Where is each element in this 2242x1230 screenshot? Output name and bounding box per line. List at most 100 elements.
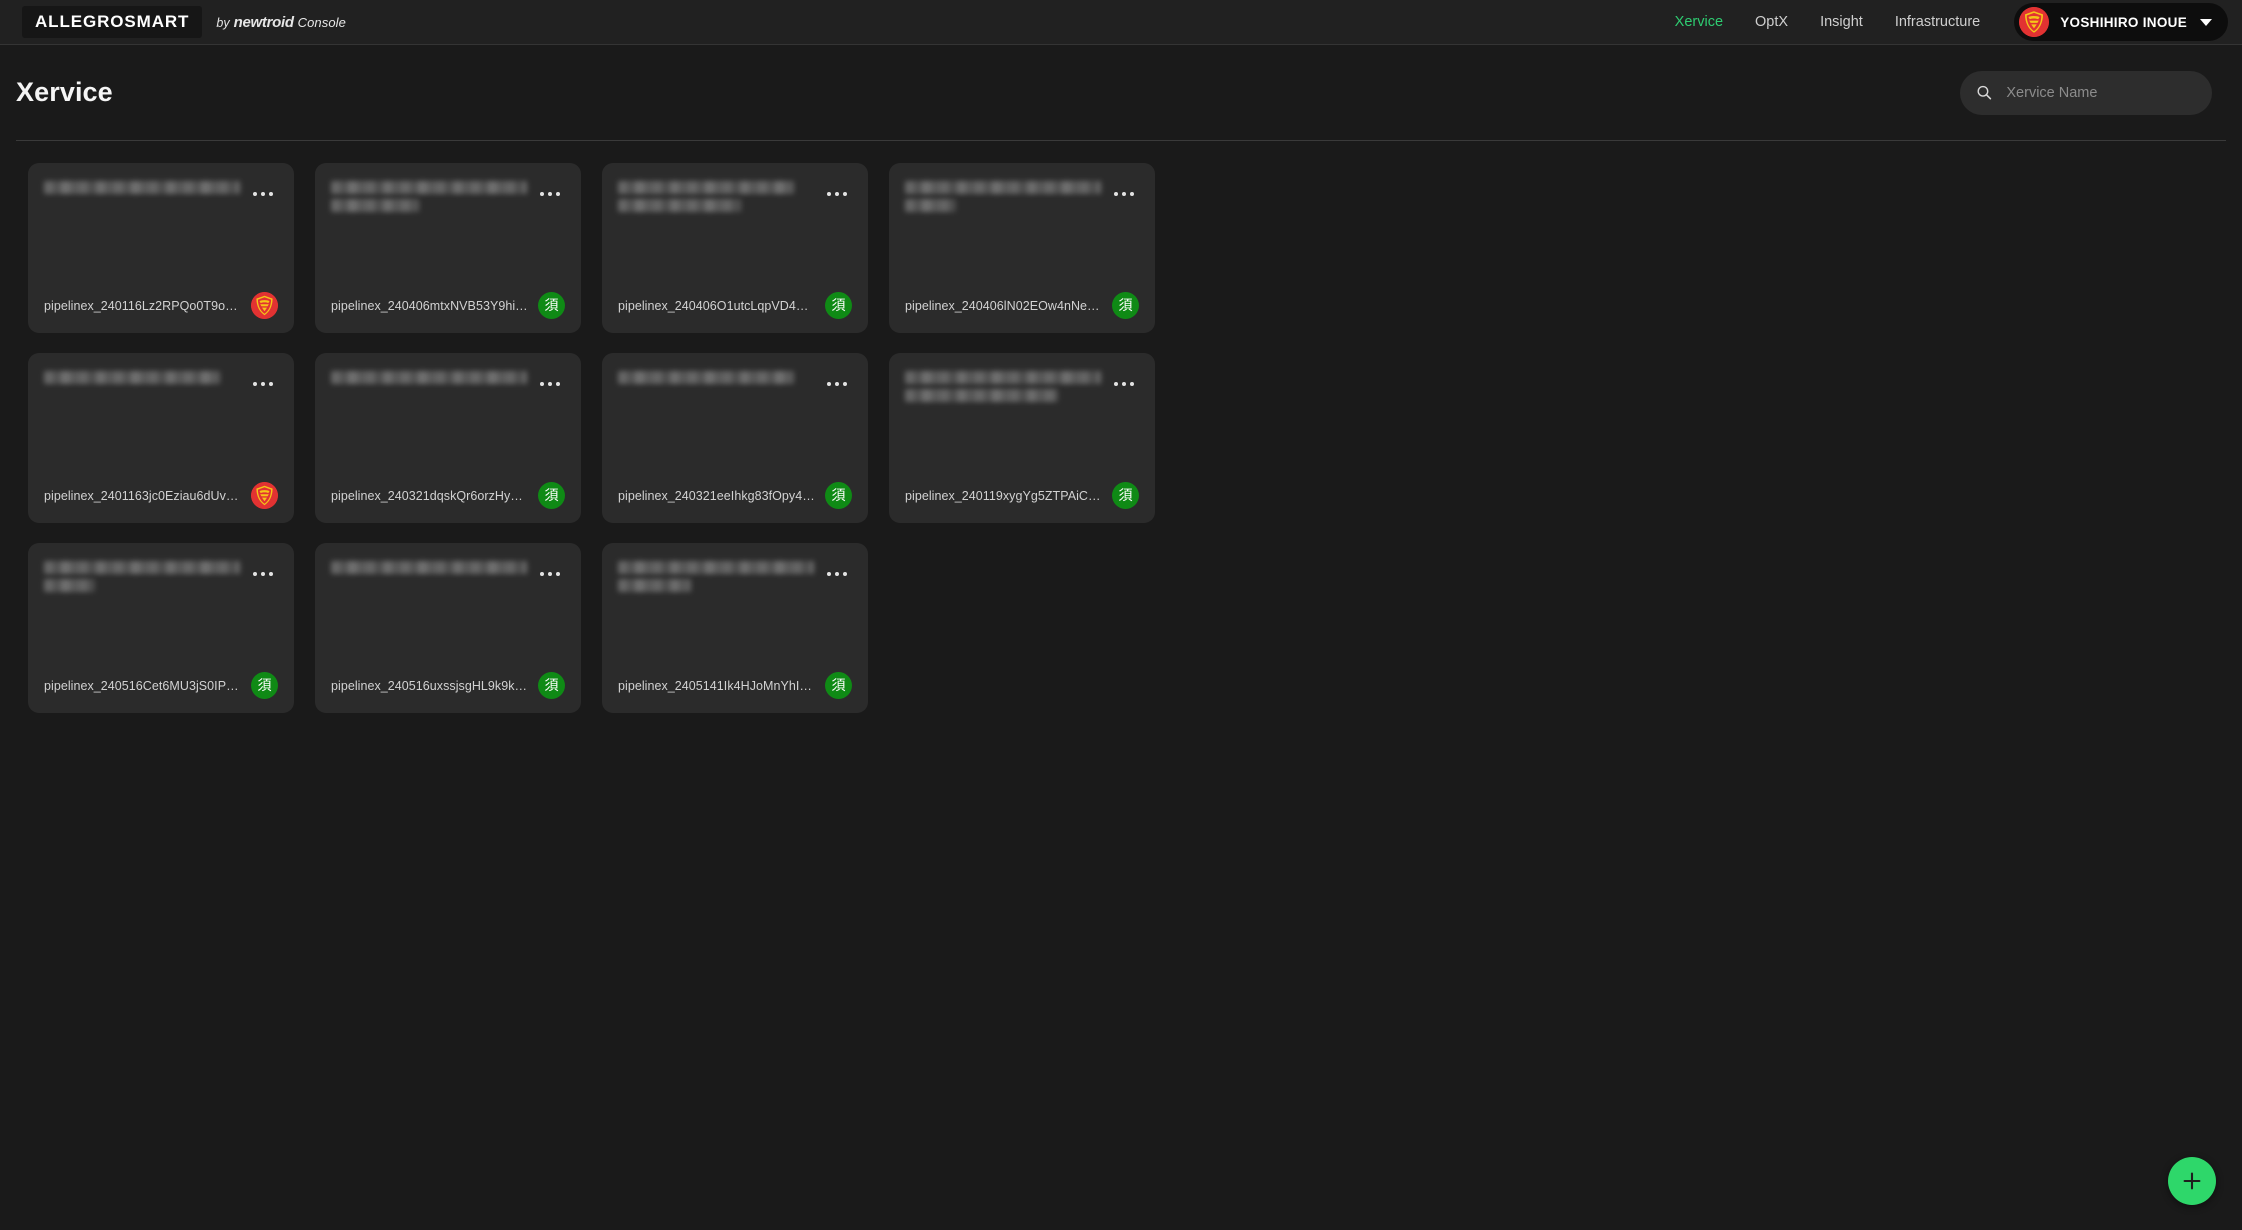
xervice-card[interactable]: pipelinex_240116Lz2RPQo0T9oaYY7n — [28, 163, 294, 333]
avatar — [2019, 7, 2050, 37]
search-input[interactable] — [2006, 84, 2196, 101]
add-xervice-button[interactable] — [2168, 1157, 2216, 1205]
ellipsis-icon-dot — [252, 381, 258, 387]
xervice-card[interactable]: pipelinex_240321eeIhkg83fOpy4sdL 須 — [602, 353, 868, 523]
user-menu-button[interactable]: YOSHIHIRO INOUE — [2014, 3, 2228, 41]
card-owner-avatar[interactable]: 須 — [538, 482, 565, 509]
plus-icon — [2183, 1172, 2201, 1190]
ellipsis-icon-dot — [1121, 191, 1127, 197]
ellipsis-icon-dot — [826, 381, 832, 387]
card-title-redacted-line — [331, 199, 420, 212]
card-title-redacted-line — [905, 181, 1101, 194]
card-header — [905, 179, 1139, 212]
card-menu-button[interactable] — [535, 369, 565, 399]
superman-shield-icon — [251, 482, 278, 509]
ellipsis-icon-dot — [834, 381, 840, 387]
ellipsis-icon-dot — [842, 571, 848, 577]
app-logo[interactable]: ALLEGROSMART — [22, 6, 203, 38]
ellipsis-icon-dot — [252, 571, 258, 577]
superman-shield-icon — [2019, 7, 2050, 37]
xervice-card[interactable]: pipelinex_2401163jc0Eziau6dUvmPR — [28, 353, 294, 523]
xervice-card[interactable]: pipelinex_240516uxssjsgHL9k9k3uW 須 — [315, 543, 581, 713]
page-title: Xervice — [16, 77, 113, 107]
card-title — [618, 559, 814, 592]
card-menu-button[interactable] — [248, 179, 278, 209]
card-menu-button[interactable] — [822, 559, 852, 589]
card-owner-avatar[interactable]: 須 — [825, 292, 852, 319]
nav-item-xervice[interactable]: Xervice — [1659, 8, 1739, 36]
owner-initial: 須 — [1118, 297, 1133, 314]
card-footer: pipelinex_240321dqskQr6orzHyMS3a 須 — [331, 482, 565, 509]
owner-initial: 須 — [1118, 487, 1133, 504]
card-menu-button[interactable] — [822, 369, 852, 399]
brand-group: ALLEGROSMART by newtroid Console — [22, 6, 346, 38]
card-menu-button[interactable] — [535, 559, 565, 589]
card-title-redacted-line — [618, 561, 814, 574]
card-header — [618, 179, 852, 212]
card-header — [44, 179, 278, 209]
ellipsis-icon-dot — [539, 571, 545, 577]
ellipsis-icon-dot — [826, 571, 832, 577]
ellipsis-icon-dot — [826, 191, 832, 197]
ellipsis-icon-dot — [834, 191, 840, 197]
card-owner-avatar[interactable]: 須 — [825, 672, 852, 699]
card-owner-avatar[interactable]: 須 — [1112, 482, 1139, 509]
tagline-brand: newtroid — [233, 13, 294, 31]
superman-shield-icon — [251, 292, 278, 319]
ellipsis-icon-dot — [1113, 191, 1119, 197]
xervice-card[interactable]: pipelinex_240119xygYg5ZTPAiCtBXV 須 — [889, 353, 1155, 523]
card-header — [44, 369, 278, 399]
card-title-redacted-line — [618, 371, 795, 384]
card-owner-avatar[interactable]: 須 — [251, 672, 278, 699]
card-id-label: pipelinex_240406O1utcLqpVD4DifXo — [618, 298, 815, 313]
ellipsis-icon-dot — [842, 381, 848, 387]
card-owner-avatar[interactable]: 須 — [538, 672, 565, 699]
nav-item-insight[interactable]: Insight — [1804, 8, 1879, 36]
card-title-redacted-line — [44, 371, 221, 384]
card-menu-button[interactable] — [248, 559, 278, 589]
card-id-label: pipelinex_2405141Ik4HJoMnYhIG3Q7 — [618, 678, 815, 693]
card-title-redacted-line — [618, 199, 742, 212]
card-owner-avatar[interactable]: 須 — [825, 482, 852, 509]
xervice-card[interactable]: pipelinex_240516Cet6MU3jS0IPCjfD 須 — [28, 543, 294, 713]
card-title — [44, 179, 240, 194]
card-owner-avatar[interactable]: 須 — [538, 292, 565, 319]
card-header — [44, 559, 278, 592]
card-menu-button[interactable] — [535, 179, 565, 209]
search-box[interactable] — [1960, 70, 2212, 115]
nav-item-optx[interactable]: OptX — [1739, 8, 1804, 36]
card-menu-button[interactable] — [1109, 179, 1139, 209]
xervice-card[interactable]: pipelinex_240321dqskQr6orzHyMS3a 須 — [315, 353, 581, 523]
card-title — [618, 369, 814, 384]
ellipsis-icon-dot — [268, 381, 274, 387]
card-menu-button[interactable] — [1109, 369, 1139, 399]
card-title-redacted-line — [618, 579, 691, 592]
card-title-redacted-line — [331, 561, 527, 574]
top-navigation-bar: ALLEGROSMART by newtroid Console Xervice… — [0, 0, 2242, 45]
card-owner-avatar[interactable] — [251, 292, 278, 319]
card-title-redacted-line — [331, 181, 527, 194]
card-menu-button[interactable] — [248, 369, 278, 399]
owner-initial: 須 — [831, 677, 846, 694]
card-header — [331, 179, 565, 212]
xervice-card[interactable]: pipelinex_240406mtxNVB53Y9hisrGd 須 — [315, 163, 581, 333]
xervice-card[interactable]: pipelinex_240406O1utcLqpVD4DifXo 須 — [602, 163, 868, 333]
nav-item-infrastructure[interactable]: Infrastructure — [1879, 8, 1996, 36]
card-footer: pipelinex_2401163jc0Eziau6dUvmPR — [44, 482, 278, 509]
card-header — [331, 559, 565, 589]
card-header — [331, 369, 565, 399]
ellipsis-icon-dot — [547, 571, 553, 577]
card-footer: pipelinex_240406mtxNVB53Y9hisrGd 須 — [331, 292, 565, 319]
card-menu-button[interactable] — [822, 179, 852, 209]
owner-initial: 須 — [544, 487, 559, 504]
card-title — [331, 369, 527, 384]
card-owner-avatar[interactable] — [251, 482, 278, 509]
ellipsis-icon-dot — [268, 191, 274, 197]
owner-initial: 須 — [831, 487, 846, 504]
xervice-card[interactable]: pipelinex_2405141Ik4HJoMnYhIG3Q7 須 — [602, 543, 868, 713]
xervice-card[interactable]: pipelinex_240406lN02EOw4nNeDaMDQ 須 — [889, 163, 1155, 333]
card-title-redacted-line — [905, 371, 1101, 384]
ellipsis-icon-dot — [539, 191, 545, 197]
card-owner-avatar[interactable]: 須 — [1112, 292, 1139, 319]
card-title — [905, 369, 1101, 402]
